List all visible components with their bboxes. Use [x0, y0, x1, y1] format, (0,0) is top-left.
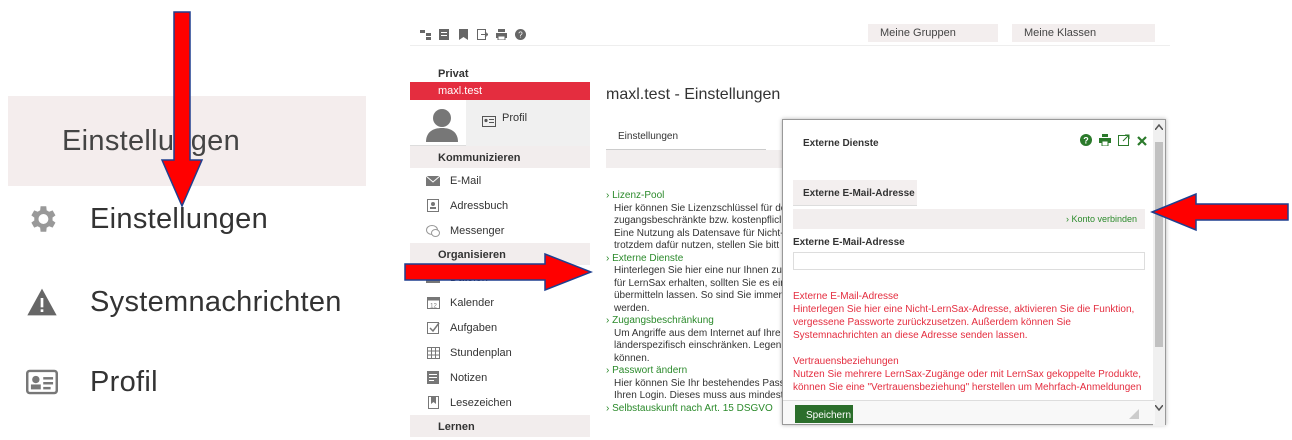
warning-icon [22, 282, 62, 322]
notes-icon[interactable] [439, 27, 450, 40]
connect-account-link[interactable]: › Konto verbinden [1066, 214, 1137, 224]
zoomed-item-label: Einstellungen [90, 202, 269, 235]
toolbar-icons: ? [420, 27, 526, 41]
timetable-icon [426, 346, 440, 360]
dialog-subbar: › Konto verbinden [793, 209, 1145, 229]
sidebar-item-label: Notizen [450, 371, 488, 384]
messenger-icon [426, 224, 440, 238]
sidebar-item-label: Profil [502, 112, 528, 124]
sidebar-item-label: Aufgaben [450, 321, 498, 334]
sidebar-item-email[interactable]: E-Mail [410, 168, 590, 193]
dialog-controls: ? [1080, 133, 1147, 151]
help-icon[interactable]: ? [1080, 133, 1092, 151]
page-title: maxl.test - Einstellungen [606, 86, 781, 103]
dialog-footer: Speichern [783, 400, 1155, 424]
info-trust-title: Vertrauensbeziehungen [793, 356, 899, 367]
zoomed-item-label: Systemnachrichten [90, 285, 342, 318]
sidebar-item-label: Adressbuch [450, 199, 509, 212]
popout-icon[interactable] [1118, 133, 1130, 151]
sitemap-icon[interactable] [420, 27, 431, 40]
sidebar-heading-communicate: Kommunizieren [410, 146, 590, 168]
info-external-email-text: Hinterlegen Sie hier eine Nicht-LernSax-… [793, 304, 1135, 341]
help-icon[interactable]: ? [515, 27, 526, 40]
print-icon[interactable] [496, 27, 507, 41]
sidebar-item-notes[interactable]: Notizen [410, 365, 590, 390]
scrollbar-thumb[interactable] [1155, 142, 1163, 347]
avatar [426, 108, 458, 142]
sidebar-item-bookmarks[interactable]: Lesezeichen [410, 390, 590, 415]
screenshot-root: Einstellungen Einstellungen Systemnachri… [0, 0, 1292, 440]
sidebar-item-label: Messenger [450, 224, 505, 237]
scroll-down-icon[interactable] [1155, 405, 1163, 411]
dialog-header: Externe Dienste ? [783, 120, 1155, 160]
external-services-dialog: Externe Dienste ? Externe E-Mail-Adresse… [782, 119, 1166, 426]
zoomed-item-systemnachrichten[interactable]: Systemnachrichten [22, 279, 342, 325]
dialog-title: Externe Dienste [803, 138, 879, 149]
mail-icon [426, 174, 440, 188]
my-classes-button[interactable]: Meine Klassen [1012, 24, 1155, 42]
sidebar-profile-block: Profil [410, 100, 590, 146]
close-icon[interactable] [1137, 133, 1147, 151]
checkbox-task-icon [426, 321, 440, 335]
gear-icon [22, 199, 62, 239]
external-email-field[interactable] [793, 252, 1145, 270]
zoomed-highlighted-item[interactable]: Einstellungen [8, 96, 366, 186]
sidebar-heading-organize: Organisieren [410, 243, 590, 265]
sidebar-item-calendar[interactable]: 12 Kalender [410, 290, 590, 315]
zoomed-item-label: Profil [90, 365, 158, 398]
resize-handle-icon[interactable] [1129, 409, 1139, 419]
zoomed-item-einstellungen[interactable]: Einstellungen [22, 196, 268, 242]
external-email-label: Externe E-Mail-Adresse [793, 237, 905, 248]
sidebar-heading-private: Privat [438, 68, 469, 80]
folder-icon [426, 271, 440, 285]
connect-account-label: Konto verbinden [1071, 214, 1137, 224]
bookmark-icon[interactable] [458, 27, 469, 40]
svg-text:?: ? [1083, 136, 1089, 146]
svg-text:?: ? [518, 31, 523, 40]
notes-icon [426, 371, 440, 385]
tab-external-email[interactable]: Externe E-Mail-Adresse [793, 180, 917, 206]
sidebar-item-files[interactable]: Dateien [410, 265, 590, 290]
scroll-up-icon[interactable] [1155, 124, 1163, 130]
sidebar-item-label: Lesezeichen [450, 396, 512, 409]
addressbook-icon [426, 199, 440, 213]
tab-settings[interactable]: Einstellungen [606, 122, 766, 150]
calendar-icon: 12 [426, 296, 440, 310]
sidebar-item-label: Kalender [450, 296, 495, 309]
sidebar-item-profile[interactable]: Profil [466, 100, 590, 146]
zoomed-item-profil[interactable]: Profil [22, 359, 158, 405]
print-icon[interactable] [1099, 133, 1111, 151]
sidebar-item-active-user[interactable]: maxl.test [410, 82, 590, 100]
sidebar-item-messenger[interactable]: Messenger [410, 218, 590, 243]
id-card-icon [482, 114, 496, 132]
my-groups-button[interactable]: Meine Gruppen [868, 24, 998, 42]
sidebar: Privat maxl.test Profil Kommunizieren E-… [410, 60, 590, 440]
info-external-email-title: Externe E-Mail-Adresse [793, 291, 899, 302]
sidebar-item-tasks[interactable]: Aufgaben [410, 315, 590, 340]
bookmark-icon [426, 396, 440, 410]
sidebar-item-label: E-Mail [450, 174, 482, 187]
id-card-icon [22, 362, 62, 402]
sidebar-item-label: Dateien [450, 271, 488, 284]
sidebar-item-timetable[interactable]: Stundenplan [410, 340, 590, 365]
svg-text:12: 12 [430, 304, 437, 310]
sidebar-heading-learn: Lernen [410, 415, 590, 437]
save-button[interactable]: Speichern [795, 405, 853, 423]
info-trust-text: Nutzen Sie mehrere LernSax-Zugänge oder … [793, 369, 1142, 393]
zoomed-menu-panel: Einstellungen Einstellungen Systemnachri… [0, 0, 380, 440]
zoomed-highlighted-label: Einstellungen [62, 125, 241, 157]
logout-icon[interactable] [477, 27, 489, 40]
dialog-body: Externe E-Mail-Adresse › Konto verbinden… [793, 180, 1155, 394]
sidebar-item-label: Stundenplan [450, 346, 512, 359]
sidebar-item-addressbook[interactable]: Adressbuch [410, 193, 590, 218]
top-toolbar: ? Meine Gruppen Meine Klassen [410, 0, 1170, 46]
info-text: Externe E-Mail-Adresse Hinterlegen Sie h… [793, 290, 1145, 394]
